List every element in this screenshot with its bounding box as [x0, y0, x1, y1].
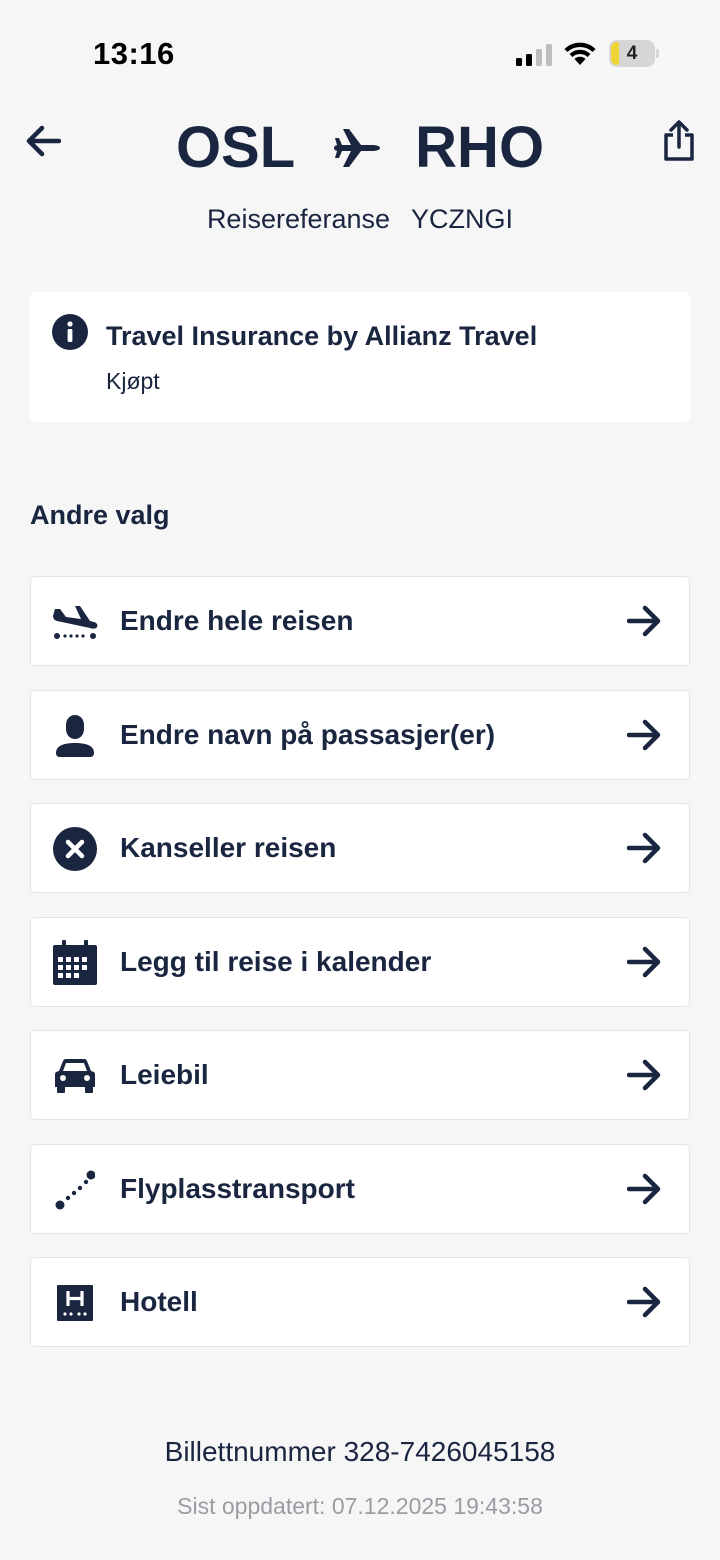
calendar-icon: [51, 940, 99, 986]
option-add-to-calendar[interactable]: Legg til reise i kalender: [30, 917, 690, 1007]
option-label: Hotell: [120, 1286, 198, 1317]
wifi-icon: [564, 42, 596, 65]
booking-reference: Reisereferanse YCZNGI: [0, 204, 720, 235]
car-icon: [51, 1053, 99, 1099]
option-label: Endre hele reisen: [120, 605, 354, 636]
option-label: Flyplasstransport: [120, 1173, 355, 1204]
insurance-title: Travel Insurance by Allianz Travel: [106, 321, 538, 351]
share-icon: [664, 120, 694, 161]
battery-level-text: 4: [626, 43, 638, 64]
cellular-signal-icon: [516, 44, 552, 66]
hotel-icon: [51, 1280, 99, 1326]
option-change-trip[interactable]: Endre hele reisen: [30, 576, 690, 666]
person-icon: [51, 713, 99, 759]
option-label: Leiebil: [120, 1059, 209, 1090]
option-rental-car[interactable]: Leiebil: [30, 1030, 690, 1120]
destination-code: RHO: [415, 115, 545, 180]
option-cancel-trip[interactable]: Kanseller reisen: [30, 803, 690, 893]
share-button[interactable]: [656, 116, 702, 166]
option-change-passenger-names[interactable]: Endre navn på passasjer(er): [30, 690, 690, 780]
option-label: Legg til reise i kalender: [120, 946, 432, 977]
plane-icon: [321, 123, 393, 173]
reference-code: YCZNGI: [411, 204, 514, 234]
cancel-circle-icon: [51, 826, 99, 872]
insurance-status: Kjøpt: [106, 368, 160, 394]
arrow-right-icon: [627, 832, 661, 864]
ticket-number: Billettnummer 328-7426045158: [164, 1436, 556, 1467]
status-bar: 13:16 4: [0, 0, 720, 100]
insurance-info-card: Travel Insurance by Allianz Travel Kjøpt: [30, 292, 690, 422]
arrow-right-icon: [627, 719, 661, 751]
origin-code: OSL: [175, 115, 296, 180]
option-label: Endre navn på passasjer(er): [120, 719, 496, 750]
option-hotel[interactable]: Hotell: [30, 1257, 690, 1347]
route-dots-icon: [51, 1167, 99, 1213]
route-header: OSL RHO: [0, 114, 720, 181]
arrow-right-icon: [627, 946, 661, 978]
reference-label: Reisereferanse: [206, 204, 391, 234]
info-icon: [52, 314, 88, 350]
arrow-right-icon: [627, 605, 661, 637]
arrow-right-icon: [627, 1286, 661, 1318]
option-airport-transport[interactable]: Flyplasstransport: [30, 1144, 690, 1234]
arrow-right-icon: [627, 1059, 661, 1091]
status-time: 13:16: [93, 36, 175, 71]
arrow-right-icon: [627, 1173, 661, 1205]
option-label: Kanseller reisen: [120, 832, 337, 863]
booking-detail-screen: 13:16 4 OSL RHO Reisereferanse YCZNGI Tr…: [0, 0, 720, 1560]
last-updated: Sist oppdatert: 07.12.2025 19:43:58: [177, 1493, 543, 1519]
battery-icon: 4: [609, 40, 659, 67]
plane-landing-icon: [51, 599, 99, 645]
section-title-other-options: Andre valg: [30, 500, 170, 530]
